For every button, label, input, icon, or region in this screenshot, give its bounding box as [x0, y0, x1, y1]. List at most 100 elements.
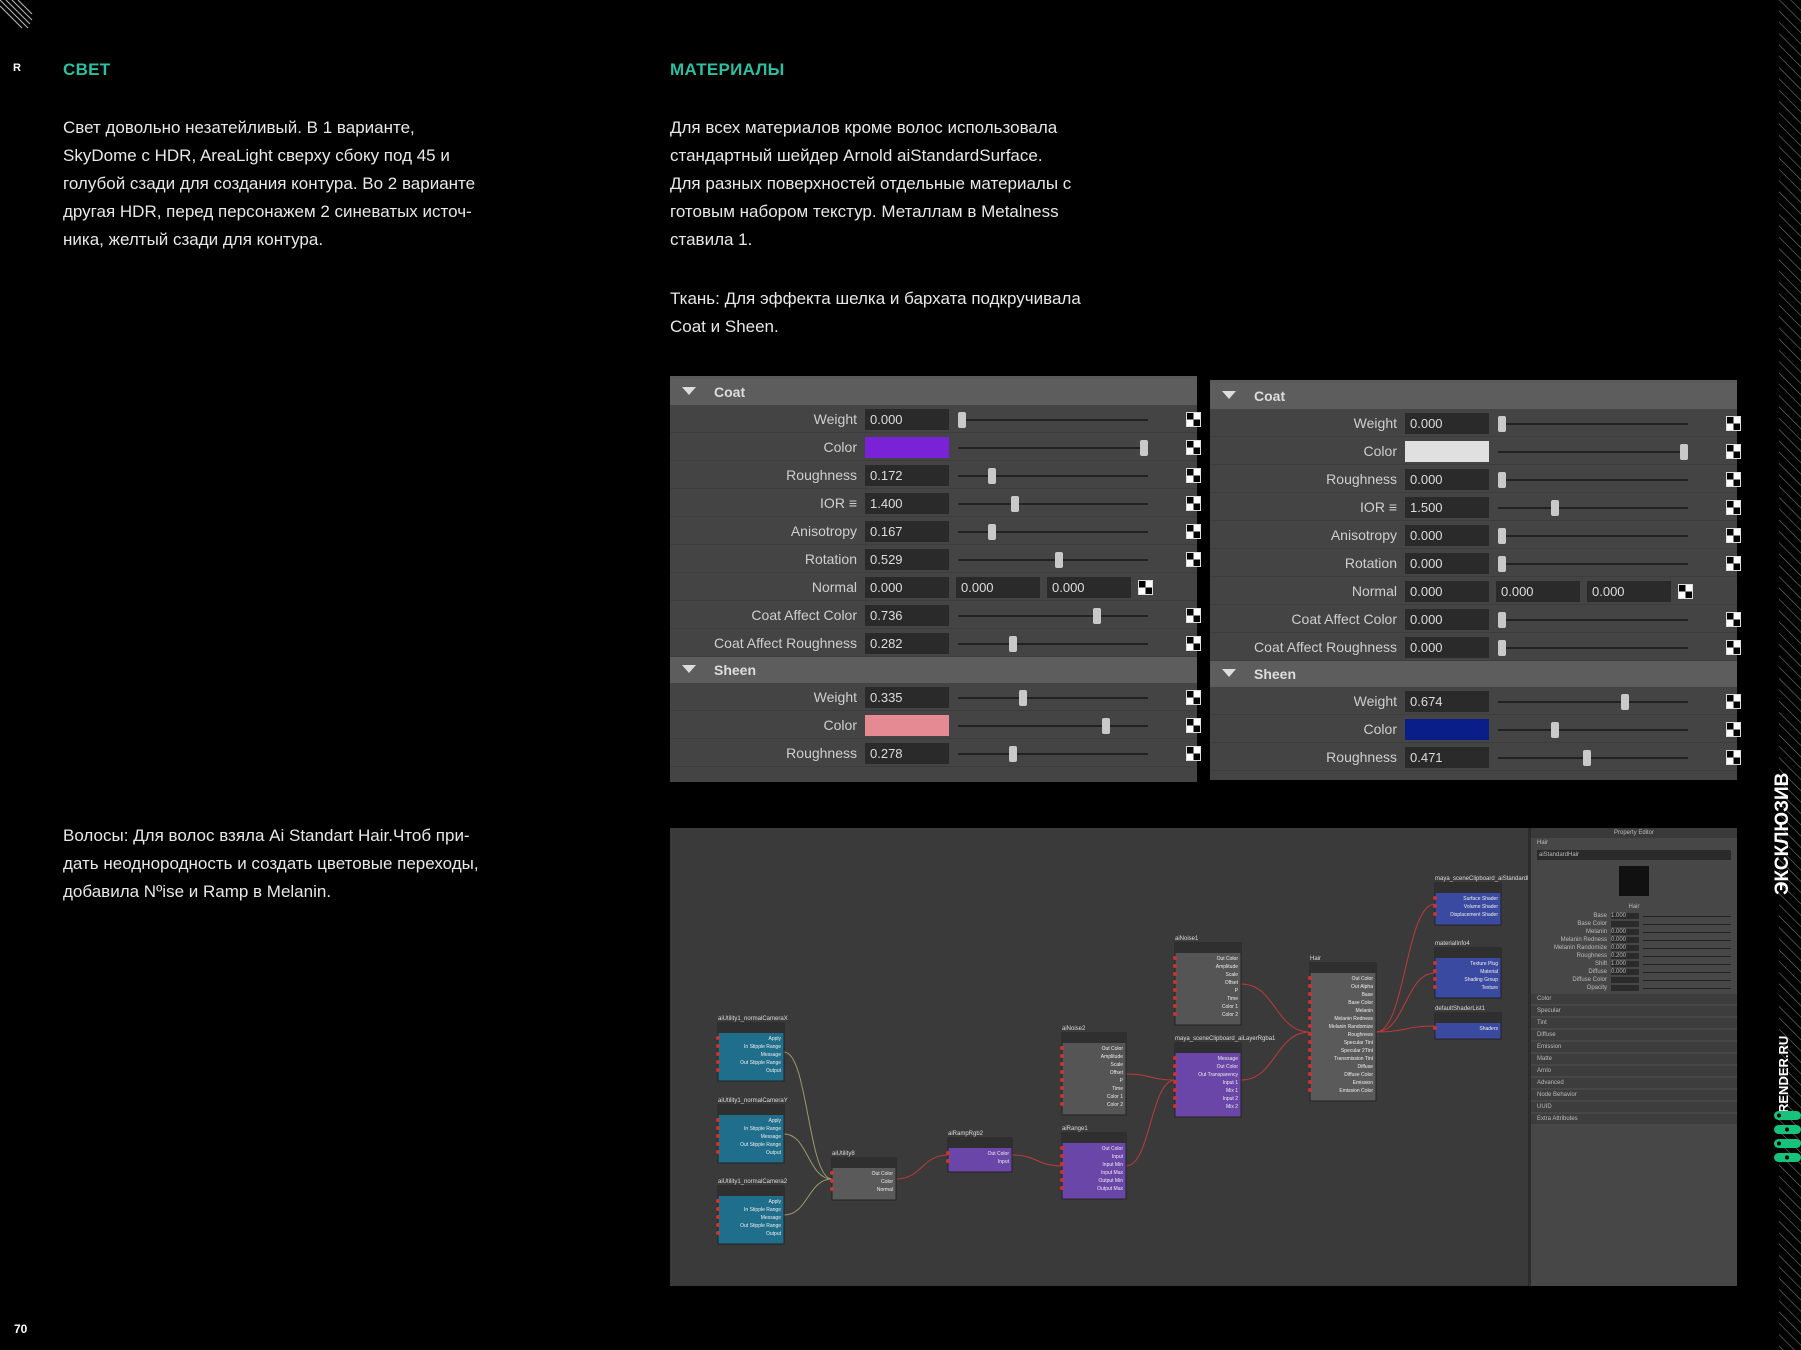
slider-handle[interactable]	[988, 524, 997, 540]
vector-field[interactable]: 0.000	[1496, 581, 1580, 602]
vector-field[interactable]: 0.000	[956, 577, 1040, 598]
vector-field[interactable]: 0.000	[1405, 581, 1489, 602]
property-value[interactable]: 0.000	[1611, 929, 1639, 935]
slider-handle[interactable]	[1140, 440, 1149, 456]
property-section-header[interactable]: Matte	[1531, 1054, 1737, 1064]
color-swatch[interactable]	[865, 437, 949, 458]
slider-handle[interactable]	[1497, 556, 1506, 572]
map-button-icon[interactable]	[1138, 580, 1153, 595]
map-button-icon[interactable]	[1726, 750, 1741, 765]
property-slider[interactable]	[1643, 948, 1731, 949]
attribute-value-field[interactable]: 0.736	[865, 605, 949, 626]
map-button-icon[interactable]	[1726, 694, 1741, 709]
property-value[interactable]	[1611, 977, 1639, 983]
map-button-icon[interactable]	[1726, 444, 1741, 459]
color-swatch[interactable]	[865, 715, 949, 736]
property-slider[interactable]	[1643, 932, 1731, 933]
property-section-header[interactable]: Advanced	[1531, 1078, 1737, 1088]
slider-handle[interactable]	[1497, 640, 1506, 656]
attribute-value-field[interactable]: 0.471	[1405, 747, 1489, 768]
attribute-slider[interactable]	[1498, 694, 1688, 710]
slider-handle[interactable]	[988, 468, 997, 484]
property-slider[interactable]	[1643, 988, 1731, 989]
vector-field[interactable]: 0.000	[865, 577, 949, 598]
slider-handle[interactable]	[1011, 496, 1019, 512]
property-value[interactable]: 1.000	[1611, 913, 1639, 919]
attribute-value-field[interactable]: 0.172	[865, 465, 949, 486]
slider-handle[interactable]	[957, 412, 966, 428]
attribute-slider[interactable]	[1497, 556, 1688, 572]
slider-handle[interactable]	[1621, 694, 1630, 710]
attribute-value-field[interactable]: 0.000	[1405, 637, 1489, 658]
attribute-slider[interactable]	[957, 412, 1148, 428]
slider-handle[interactable]	[1497, 528, 1506, 544]
attribute-slider[interactable]	[1497, 528, 1688, 544]
slider-handle[interactable]	[1583, 750, 1592, 766]
attribute-value-field[interactable]: 1.500	[1405, 497, 1489, 518]
property-section-header[interactable]: Diffuse	[1531, 1030, 1737, 1040]
attribute-slider[interactable]	[958, 608, 1148, 624]
slider-handle[interactable]	[1551, 722, 1559, 738]
map-button-icon[interactable]	[1186, 690, 1201, 705]
section-header-sheen[interactable]: Sheen	[1210, 661, 1737, 687]
slider-handle[interactable]	[1497, 472, 1506, 488]
color-swatch[interactable]	[1405, 719, 1489, 740]
map-button-icon[interactable]	[1186, 412, 1201, 427]
attribute-value-field[interactable]: 0.000	[865, 409, 949, 430]
attribute-value-field[interactable]: 1.400	[865, 493, 949, 514]
vector-field[interactable]: 0.000	[1587, 581, 1671, 602]
attribute-slider[interactable]	[958, 636, 1148, 652]
map-button-icon[interactable]	[1186, 496, 1201, 511]
property-slider[interactable]	[1643, 956, 1731, 957]
vector-field[interactable]: 0.000	[1047, 577, 1131, 598]
property-value[interactable]: 0.000	[1611, 945, 1639, 951]
attribute-value-field[interactable]: 0.529	[865, 549, 949, 570]
attribute-slider[interactable]	[958, 524, 1148, 540]
attribute-slider[interactable]	[1498, 500, 1688, 516]
collapse-triangle-icon[interactable]	[682, 387, 696, 395]
property-section-header[interactable]: Tint	[1531, 1018, 1737, 1028]
attribute-slider[interactable]	[958, 746, 1148, 762]
property-slider[interactable]	[1643, 964, 1731, 965]
property-section-header[interactable]: Extra Attributes	[1531, 1114, 1737, 1124]
slider-handle[interactable]	[1497, 416, 1506, 432]
attribute-value-field[interactable]: 0.282	[865, 633, 949, 654]
slider-handle[interactable]	[1551, 500, 1559, 516]
map-button-icon[interactable]	[1678, 584, 1693, 599]
map-button-icon[interactable]	[1186, 524, 1201, 539]
attribute-slider[interactable]	[1497, 640, 1688, 656]
property-value[interactable]: 0.000	[1611, 937, 1639, 943]
attribute-slider[interactable]	[1498, 444, 1689, 460]
map-button-icon[interactable]	[1186, 718, 1201, 733]
collapse-triangle-icon[interactable]	[682, 665, 696, 673]
slider-handle[interactable]	[1680, 444, 1689, 460]
attribute-slider[interactable]	[1498, 750, 1688, 766]
attribute-value-field[interactable]: 0.000	[1405, 469, 1489, 490]
attribute-value-field[interactable]: 0.000	[1405, 553, 1489, 574]
map-button-icon[interactable]	[1726, 722, 1741, 737]
attribute-value-field[interactable]: 0.000	[1405, 413, 1489, 434]
property-section-header[interactable]: Specular	[1531, 1006, 1737, 1016]
property-value[interactable]: 1.000	[1611, 961, 1639, 967]
map-button-icon[interactable]	[1726, 612, 1741, 627]
map-button-icon[interactable]	[1726, 528, 1741, 543]
attribute-value-field[interactable]: 0.000	[1405, 525, 1489, 546]
attribute-slider[interactable]	[958, 552, 1148, 568]
property-section-header[interactable]: UUID	[1531, 1102, 1737, 1112]
property-section-header[interactable]: Arnlo	[1531, 1066, 1737, 1076]
attribute-slider[interactable]	[958, 690, 1148, 706]
node-type-field[interactable]: aiStandardHair	[1537, 850, 1731, 860]
slider-handle[interactable]	[1102, 718, 1111, 734]
map-button-icon[interactable]	[1186, 440, 1201, 455]
property-value[interactable]	[1611, 921, 1639, 927]
attribute-value-field[interactable]: 0.278	[865, 743, 949, 764]
map-button-icon[interactable]	[1726, 416, 1741, 431]
attribute-value-field[interactable]: 0.335	[865, 687, 949, 708]
property-slider[interactable]	[1643, 940, 1731, 941]
slider-handle[interactable]	[1092, 608, 1101, 624]
collapse-triangle-icon[interactable]	[1222, 391, 1236, 399]
slider-handle[interactable]	[1054, 552, 1063, 568]
section-header-sheen[interactable]: Sheen	[670, 657, 1197, 683]
color-swatch[interactable]	[1405, 441, 1489, 462]
property-value[interactable]: 0.200	[1611, 953, 1639, 959]
